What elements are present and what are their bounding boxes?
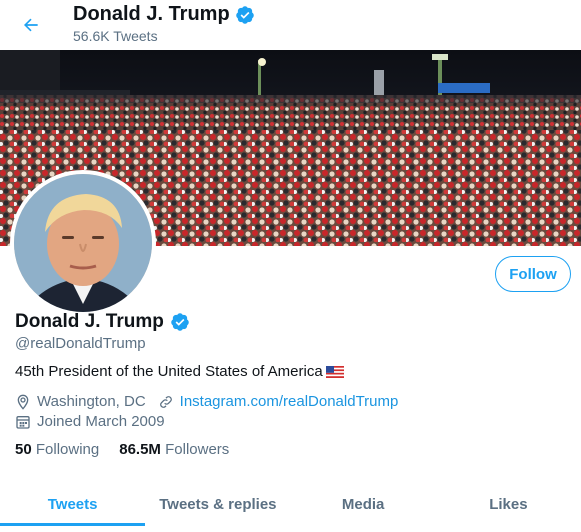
profile-joined-date: Joined March 2009	[37, 413, 165, 430]
follow-button[interactable]: Follow	[495, 256, 571, 292]
verified-badge-icon	[235, 5, 255, 25]
profile-meta-location-row: Washington, DC Instagram.com/realDonaldT…	[15, 393, 398, 410]
followers-count: 86.5M	[119, 441, 161, 458]
profile-location: Washington, DC	[37, 393, 146, 410]
profile-meta-joined-row: Joined March 2009	[15, 413, 165, 430]
followers-link[interactable]: 86.5M Followers	[119, 441, 229, 458]
header-name-text: Donald J. Trump	[73, 3, 230, 25]
link-icon	[158, 394, 174, 410]
profile-display-name: Donald J. Trump	[15, 311, 190, 333]
following-label: Following	[35, 441, 100, 458]
us-flag-icon	[325, 365, 344, 378]
arrow-left-icon	[24, 18, 38, 32]
location-pin-icon	[15, 394, 31, 410]
profile-name-text: Donald J. Trump	[15, 311, 164, 332]
profile-header: Donald J. Trump 56.6K Tweets	[0, 0, 581, 50]
tab-media[interactable]: Media	[291, 476, 436, 532]
profile-avatar[interactable]	[10, 170, 156, 316]
tweet-count: 56.6K Tweets	[73, 28, 158, 44]
calendar-icon	[15, 414, 31, 430]
tab-likes[interactable]: Likes	[436, 476, 581, 532]
profile-handle: @realDonaldTrump	[15, 335, 146, 352]
following-link[interactable]: 50 Following	[15, 441, 99, 458]
bio-text: 45th President of the United States of A…	[15, 363, 323, 380]
header-title: Donald J. Trump	[73, 3, 255, 26]
profile-tabs: Tweets Tweets & replies Media Likes	[0, 476, 581, 532]
profile-bio: 45th President of the United States of A…	[15, 363, 344, 380]
avatar-image	[14, 174, 152, 312]
profile-website-link[interactable]: Instagram.com/realDonaldTrump	[180, 393, 399, 410]
followers-label: Followers	[165, 441, 230, 458]
verified-badge-icon	[170, 312, 190, 332]
back-button[interactable]	[18, 12, 44, 38]
profile-counts: 50 Following 86.5M Followers	[15, 441, 229, 458]
following-count: 50	[15, 441, 32, 458]
tab-tweets[interactable]: Tweets	[0, 476, 146, 532]
tab-tweets-replies[interactable]: Tweets & replies	[145, 476, 290, 532]
